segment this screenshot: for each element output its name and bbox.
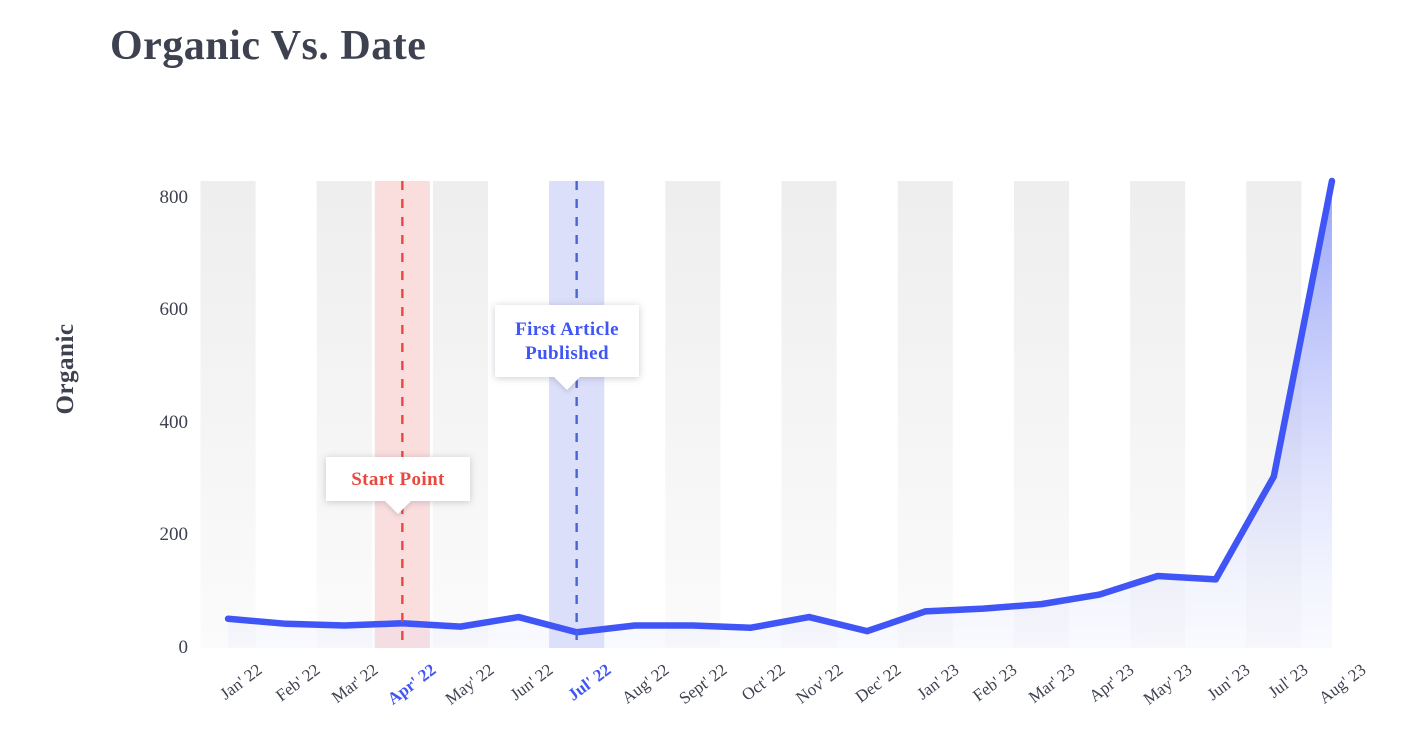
- chart-page: Organic Vs. Date Organic 0 200 400 600 800: [0, 0, 1402, 752]
- annotation-start-point-label: Start Point: [351, 469, 445, 490]
- column-band: [432, 181, 488, 648]
- y-axis-title: Organic: [52, 323, 79, 415]
- marker-bands: [374, 181, 605, 648]
- column-band: [1013, 181, 1069, 648]
- column-band: [665, 181, 721, 648]
- column-band: [1072, 181, 1128, 648]
- column-band: [781, 181, 837, 648]
- column-band: [200, 181, 256, 648]
- annotation-start-point[interactable]: Start Point: [326, 457, 470, 514]
- y-axis-tick-label: 600: [159, 299, 189, 321]
- chart-svg: [200, 177, 1360, 648]
- column-band: [316, 181, 372, 648]
- annotation-first-article[interactable]: First Article Published: [495, 305, 639, 390]
- column-band: [897, 181, 953, 648]
- column-band: [955, 181, 1011, 648]
- column-band: [839, 181, 895, 648]
- column-band: [491, 181, 547, 648]
- y-axis-tick-label: 400: [159, 411, 189, 433]
- column-band: [258, 181, 314, 648]
- page-title: Organic Vs. Date: [110, 23, 427, 69]
- column-band: [607, 181, 663, 648]
- plot-area: [199, 177, 1361, 648]
- column-band: [723, 181, 779, 648]
- y-axis-tick-label: 0: [178, 637, 189, 658]
- y-axis-tick-label: 800: [159, 186, 189, 208]
- annotation-pointer-icon: [385, 501, 411, 514]
- annotation-first-article-line1: First Article: [515, 319, 619, 340]
- y-axis-tick-label: 200: [159, 524, 189, 546]
- annotation-pointer-icon: [554, 377, 580, 390]
- annotation-first-article-line2: Published: [525, 343, 609, 365]
